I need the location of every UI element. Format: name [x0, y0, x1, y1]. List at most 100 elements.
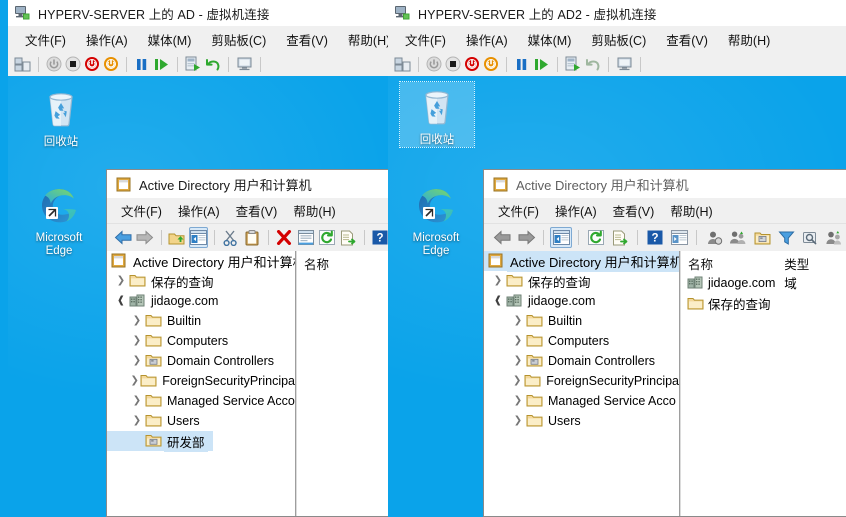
- export-list-icon[interactable]: [609, 227, 631, 248]
- ctrl-alt-delete-icon[interactable]: [394, 57, 411, 72]
- ctrl-alt-delete-icon[interactable]: [14, 57, 31, 72]
- vm-ad-titlebar[interactable]: HYPERV-SERVER 上的 AD - 虚拟机连接: [8, 0, 388, 26]
- desktop-icon-recycle-bin-ad2[interactable]: 回收站: [399, 81, 475, 148]
- chevron-right-icon[interactable]: ❯: [510, 396, 526, 406]
- vm-ad-toolbar[interactable]: [8, 52, 388, 77]
- aduc-ad-menubar[interactable]: 文件(F) 操作(A) 查看(V) 帮助(H): [107, 198, 390, 223]
- vm-ad-menu-action[interactable]: 操作(A): [77, 27, 137, 52]
- turn-off-icon[interactable]: [65, 56, 81, 72]
- vm-ad2-menu-file[interactable]: 文件(F): [396, 27, 455, 52]
- export-list-icon[interactable]: [339, 227, 358, 248]
- aduc-ad-menu-help[interactable]: 帮助(H): [285, 198, 343, 223]
- tree-node-yanfabu-ad[interactable]: 研发部: [107, 430, 213, 452]
- back-arrow-icon[interactable]: [491, 227, 513, 248]
- back-arrow-icon[interactable]: [114, 227, 133, 248]
- desktop-icon-edge-ad2[interactable]: Microsoft Edge: [399, 180, 473, 258]
- cut-icon[interactable]: [221, 227, 240, 248]
- chevron-right-icon[interactable]: ❯: [129, 336, 145, 346]
- aduc-ad2-menu-action[interactable]: 操作(A): [547, 198, 605, 223]
- refresh-icon[interactable]: [317, 227, 336, 248]
- tree-node-users-ad2[interactable]: ❯ Users: [484, 411, 679, 431]
- start-icon[interactable]: [426, 56, 442, 72]
- vm-ad2-menu-help[interactable]: 帮助(H): [719, 27, 779, 52]
- aduc-ad-menu-view[interactable]: 查看(V): [228, 198, 286, 223]
- tree-node-builtin-ad[interactable]: ❯ Builtin: [107, 311, 295, 331]
- aduc-window-ad[interactable]: Active Directory 用户和计算机 文件(F) 操作(A) 查看(V…: [106, 169, 391, 517]
- chevron-down-icon[interactable]: ❰: [490, 296, 506, 306]
- shut-down-icon[interactable]: [84, 56, 100, 72]
- chevron-right-icon[interactable]: ❯: [510, 316, 526, 326]
- aduc-ad2-tree-pane[interactable]: Active Directory 用户和计算机 ❯ 保存的查询 ❰ jidaog…: [484, 251, 680, 516]
- tree-node-foreign-security-principals-ad2[interactable]: ❯ ForeignSecurityPrincipa: [484, 371, 679, 391]
- turn-off-icon[interactable]: [445, 56, 461, 72]
- show-console-tree-icon[interactable]: [668, 227, 690, 248]
- aduc-ad-list-pane[interactable]: 名称: [296, 251, 390, 516]
- tree-node-domain-ad[interactable]: ❰ jidaoge.com: [107, 291, 295, 311]
- save-icon[interactable]: [103, 56, 119, 72]
- chevron-right-icon[interactable]: ❯: [113, 276, 129, 286]
- aduc-ad-tree-pane[interactable]: Active Directory 用户和计算机 ❯ 保存的查询 ❰ jidaog…: [107, 251, 296, 516]
- help-icon[interactable]: ?: [644, 227, 666, 248]
- tree-node-saved-queries-ad[interactable]: ❯ 保存的查询: [107, 271, 295, 291]
- chevron-right-icon[interactable]: ❯: [129, 416, 145, 426]
- tree-node-domain-controllers-ad[interactable]: ❯ Domain Controllers: [107, 351, 295, 371]
- chevron-right-icon[interactable]: ❯: [510, 376, 524, 386]
- tree-node-domain-ad2[interactable]: ❰ jidaoge.com: [484, 291, 679, 311]
- list-column-name[interactable]: 名称: [297, 251, 390, 273]
- chevron-right-icon[interactable]: ❯: [129, 376, 140, 386]
- chevron-right-icon[interactable]: ❯: [129, 316, 145, 326]
- filter-icon[interactable]: [775, 227, 797, 248]
- desktop-icon-edge-ad[interactable]: Microsoft Edge: [22, 180, 96, 258]
- aduc-ad2-menu-view[interactable]: 查看(V): [605, 198, 663, 223]
- vm-ad2-menu-media[interactable]: 媒体(M): [519, 27, 581, 52]
- aduc-ad2-menu-file[interactable]: 文件(F): [490, 198, 547, 223]
- tree-node-computers-ad2[interactable]: ❯ Computers: [484, 331, 679, 351]
- aduc-ad2-menu-help[interactable]: 帮助(H): [662, 198, 720, 223]
- chevron-down-icon[interactable]: ❰: [113, 296, 129, 306]
- start-icon[interactable]: [46, 56, 62, 72]
- resume-icon[interactable]: [153, 57, 170, 72]
- pause-icon[interactable]: [134, 57, 150, 72]
- delete-icon[interactable]: [275, 227, 294, 248]
- enhanced-session-icon[interactable]: [616, 56, 633, 72]
- aduc-ad2-toolbar[interactable]: ?: [484, 223, 846, 252]
- properties-icon[interactable]: [296, 227, 315, 248]
- vm-ad-menu-view[interactable]: 查看(V): [277, 27, 337, 52]
- vm-ad2-menubar[interactable]: 文件(F) 操作(A) 媒体(M) 剪贴板(C) 查看(V) 帮助(H): [388, 26, 846, 52]
- aduc-window-ad2[interactable]: Active Directory 用户和计算机 文件(F) 操作(A) 查看(V…: [483, 169, 846, 517]
- new-contact-icon[interactable]: [823, 227, 845, 248]
- tree-node-console-root-ad2[interactable]: Active Directory 用户和计算机: [484, 251, 679, 272]
- tree-node-console-root-ad[interactable]: Active Directory 用户和计算机: [107, 251, 295, 271]
- show-hide-tree-icon[interactable]: [550, 227, 572, 248]
- forward-arrow-icon[interactable]: [515, 227, 537, 248]
- vm-ad-menu-file[interactable]: 文件(F): [16, 27, 75, 52]
- checkpoint-icon[interactable]: [565, 56, 582, 72]
- shut-down-icon[interactable]: [464, 56, 480, 72]
- new-ou-icon[interactable]: [751, 227, 773, 248]
- chevron-right-icon[interactable]: ❯: [129, 356, 145, 366]
- tree-node-foreign-security-principals-ad[interactable]: ❯ ForeignSecurityPrincipa: [107, 371, 295, 391]
- revert-icon[interactable]: [585, 57, 601, 72]
- vm-ad2-menu-action[interactable]: 操作(A): [457, 27, 517, 52]
- vm-ad-menu-clipboard[interactable]: 剪贴板(C): [202, 27, 275, 52]
- tree-node-managed-service-accounts-ad2[interactable]: ❯ Managed Service Acco: [484, 391, 679, 411]
- vm-ad2-menu-clipboard[interactable]: 剪贴板(C): [582, 27, 655, 52]
- paste-icon[interactable]: [242, 227, 261, 248]
- save-icon[interactable]: [483, 56, 499, 72]
- aduc-ad2-titlebar[interactable]: Active Directory 用户和计算机: [484, 170, 846, 198]
- pause-icon[interactable]: [514, 57, 530, 72]
- revert-icon[interactable]: [205, 57, 221, 72]
- tree-node-computers-ad[interactable]: ❯ Computers: [107, 331, 295, 351]
- chevron-right-icon[interactable]: ❯: [510, 356, 526, 366]
- aduc-ad2-list-pane[interactable]: 名称 类型 jidaoge.com 域 保存的查询: [680, 251, 846, 516]
- vm-ad-menu-help[interactable]: 帮助(H): [339, 27, 388, 52]
- vm-ad2-menu-view[interactable]: 查看(V): [657, 27, 717, 52]
- find-user-icon[interactable]: [703, 227, 725, 248]
- table-row[interactable]: jidaoge.com 域: [681, 272, 846, 293]
- vm-ad-menubar[interactable]: 文件(F) 操作(A) 媒体(M) 剪贴板(C) 查看(V) 帮助(H): [8, 26, 388, 52]
- aduc-ad2-menubar[interactable]: 文件(F) 操作(A) 查看(V) 帮助(H): [484, 198, 846, 223]
- aduc-ad-toolbar[interactable]: ?: [107, 223, 390, 252]
- vm-ad-menu-media[interactable]: 媒体(M): [139, 27, 201, 52]
- table-row[interactable]: 保存的查询: [681, 293, 846, 314]
- tree-node-builtin-ad2[interactable]: ❯ Builtin: [484, 311, 679, 331]
